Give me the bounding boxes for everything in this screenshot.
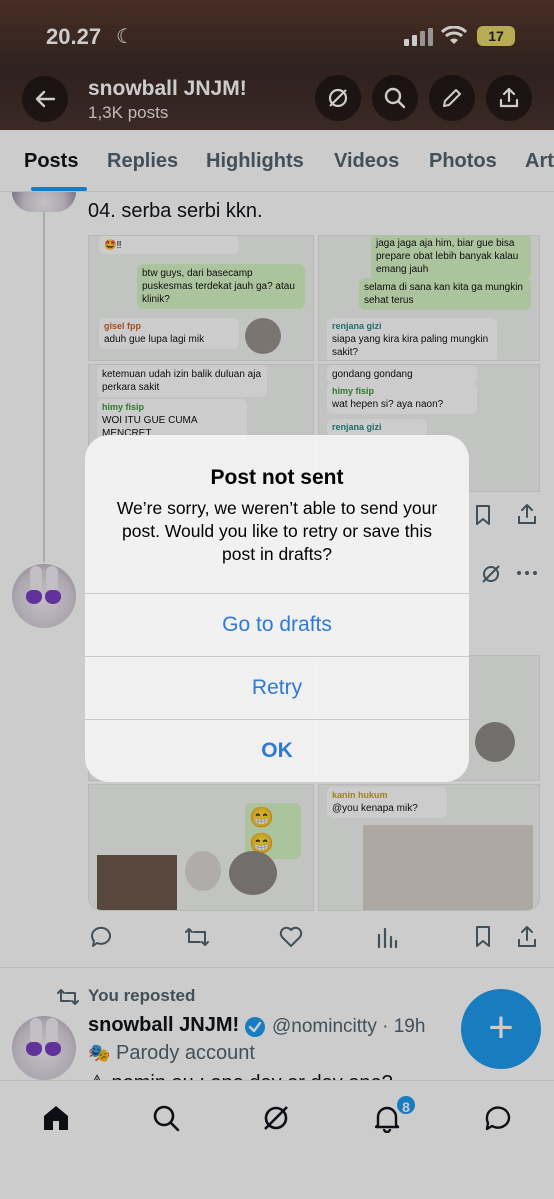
ok-button[interactable]: OK: [85, 720, 469, 782]
dialog-title: Post not sent: [210, 466, 344, 489]
post-not-sent-dialog: Post not sent We’re sorry, we weren’t ab…: [85, 435, 469, 782]
dialog-message: We’re sorry, we weren’t able to send you…: [116, 498, 438, 564]
go-to-drafts-button[interactable]: Go to drafts: [85, 594, 469, 656]
retry-button[interactable]: Retry: [85, 657, 469, 719]
